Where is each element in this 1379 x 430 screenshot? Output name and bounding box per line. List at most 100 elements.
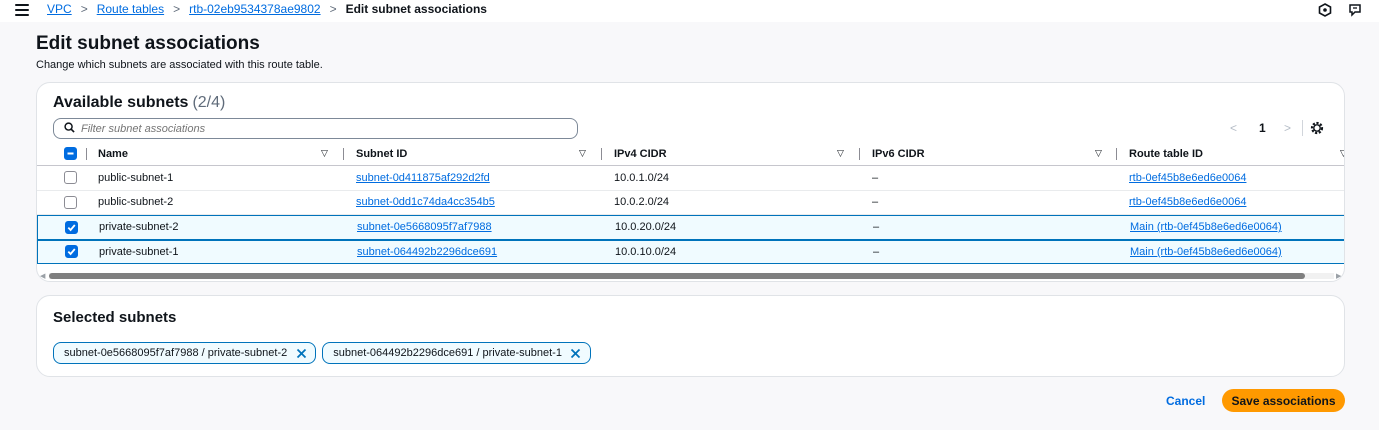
column-divider[interactable]: [1116, 148, 1117, 160]
caret-down-icon[interactable]: ▽: [1095, 142, 1102, 165]
column-divider[interactable]: [601, 148, 602, 160]
cell-ipv4-cidr: 10.0.20.0/24: [615, 221, 677, 234]
row-checkbox[interactable]: [64, 195, 77, 209]
cell-ipv6-cidr: –: [872, 171, 879, 184]
breadcrumb-separator: >: [173, 2, 181, 16]
subnet-id-link[interactable]: subnet-0e5668095f7af7988: [357, 221, 492, 233]
cell-ipv4-cidr: 10.0.1.0/24: [614, 171, 670, 184]
available-subnets-count: (2/4): [192, 94, 226, 111]
row-checkbox[interactable]: [65, 220, 78, 234]
token-label: subnet-0e5668095f7af7988 / private-subne…: [64, 347, 288, 359]
row-checkbox-cell: [65, 216, 78, 239]
cell-route-table-id: Main (rtb-0ef45b8e6ed6e0064): [1130, 241, 1282, 264]
filter-input[interactable]: [81, 122, 561, 135]
table-header-row: Name ▽ Subnet ID ▽ IPv4 CIDR ▽ IPv6 CIDR…: [37, 142, 1344, 166]
available-subnets-panel: Available subnets(2/4) < 1 > Name ▽ Subn…: [36, 82, 1345, 282]
column-divider[interactable]: [343, 148, 344, 160]
table-row[interactable]: public-subnet-1 subnet-0d411875af292d2fd…: [37, 166, 1344, 191]
pager-previous-button[interactable]: <: [1230, 121, 1237, 135]
select-all-checkbox[interactable]: [64, 147, 77, 160]
caret-down-icon[interactable]: ▽: [1340, 142, 1344, 165]
scrollbar-thumb[interactable]: [49, 273, 1305, 279]
column-header-subnet-id[interactable]: Subnet ID: [356, 142, 407, 165]
cell-ipv6-cidr: –: [873, 245, 880, 258]
cell-ipv6-cidr: –: [873, 221, 880, 234]
cell-subnet-id: subnet-0d411875af292d2fd: [356, 166, 490, 190]
subnet-id-link[interactable]: subnet-0dd1c74da4cc354b5: [356, 196, 495, 208]
route-table-link[interactable]: rtb-0ef45b8e6ed6e0064: [1129, 196, 1246, 208]
cell-subnet-id: subnet-064492b2296dce691: [357, 241, 497, 264]
caret-down-icon[interactable]: ▽: [321, 142, 328, 165]
breadcrumb-separator: >: [80, 2, 88, 16]
row-checkbox[interactable]: [65, 245, 78, 259]
breadcrumb-separator: >: [329, 2, 337, 16]
cell-route-table-id: rtb-0ef45b8e6ed6e0064: [1129, 166, 1246, 190]
pager-divider: [1302, 120, 1303, 136]
selected-subnets-panel: Selected subnets subnet-0e5668095f7af798…: [36, 295, 1345, 377]
column-header-ipv6-cidr[interactable]: IPv6 CIDR: [872, 142, 925, 165]
breadcrumb-link-vpc[interactable]: VPC: [47, 2, 72, 16]
hamburger-icon[interactable]: [15, 4, 29, 16]
cell-ipv4-cidr: 10.0.10.0/24: [615, 245, 677, 258]
page-title: Edit subnet associations: [36, 33, 260, 54]
breadcrumb-link-route-tables[interactable]: Route tables: [97, 2, 164, 16]
breadcrumb-current: Edit subnet associations: [345, 2, 487, 16]
caret-down-icon[interactable]: ▽: [579, 142, 586, 165]
available-subnets-title: Available subnets: [53, 94, 189, 111]
row-checkbox[interactable]: [64, 171, 77, 185]
close-icon[interactable]: [295, 347, 307, 359]
route-table-link[interactable]: Main (rtb-0ef45b8e6ed6e0064): [1130, 221, 1282, 233]
gear-icon[interactable]: [1309, 120, 1325, 136]
selected-subnets-title: Selected subnets: [53, 309, 177, 326]
selected-token: subnet-064492b2296dce691 / private-subne…: [322, 342, 591, 364]
top-navigation-bar: VPC > Route tables > rtb-02eb9534378ae98…: [0, 0, 1379, 22]
cell-name: public-subnet-1: [98, 171, 174, 184]
subnets-table: Name ▽ Subnet ID ▽ IPv4 CIDR ▽ IPv6 CIDR…: [37, 142, 1344, 264]
cell-name: public-subnet-2: [98, 196, 174, 209]
column-divider[interactable]: [859, 148, 860, 160]
row-checkbox-cell: [65, 241, 78, 264]
selected-token: subnet-0e5668095f7af7988 / private-subne…: [53, 342, 317, 364]
breadcrumb-link-route-table-id[interactable]: rtb-02eb9534378ae9802: [189, 2, 320, 16]
column-header-name[interactable]: Name: [98, 142, 128, 165]
horizontal-scrollbar[interactable]: ◀ ▶: [39, 271, 1344, 281]
row-checkbox-cell: [64, 191, 77, 215]
cell-name: private-subnet-1: [99, 245, 179, 258]
info-hexagon-icon[interactable]: [1317, 2, 1333, 18]
page-description: Change which subnets are associated with…: [36, 59, 323, 71]
scroll-left-arrow-icon[interactable]: ◀: [40, 272, 45, 280]
save-associations-button[interactable]: Save associations: [1222, 389, 1345, 412]
cell-ipv6-cidr: –: [872, 196, 879, 209]
route-table-link[interactable]: rtb-0ef45b8e6ed6e0064: [1129, 172, 1246, 184]
route-table-link[interactable]: Main (rtb-0ef45b8e6ed6e0064): [1130, 246, 1282, 258]
subnet-id-link[interactable]: subnet-064492b2296dce691: [357, 246, 497, 258]
row-checkbox-cell: [64, 166, 77, 190]
pager-current-page[interactable]: 1: [1259, 121, 1266, 135]
search-icon: [64, 120, 75, 138]
column-divider: [86, 148, 87, 160]
feedback-icon[interactable]: [1347, 2, 1363, 18]
selected-tokens: subnet-0e5668095f7af7988 / private-subne…: [53, 342, 591, 364]
cell-name: private-subnet-2: [99, 221, 179, 234]
breadcrumb: VPC > Route tables > rtb-02eb9534378ae98…: [47, 2, 487, 16]
close-icon[interactable]: [570, 347, 582, 359]
table-row[interactable]: private-subnet-1 subnet-064492b2296dce69…: [37, 239, 1344, 264]
subnet-id-link[interactable]: subnet-0d411875af292d2fd: [356, 172, 490, 184]
table-row[interactable]: private-subnet-2 subnet-0e5668095f7af798…: [37, 215, 1344, 240]
cell-subnet-id: subnet-0dd1c74da4cc354b5: [356, 191, 495, 215]
token-label: subnet-064492b2296dce691 / private-subne…: [333, 347, 562, 359]
column-header-route-table-id[interactable]: Route table ID: [1129, 142, 1203, 165]
scroll-right-arrow-icon[interactable]: ▶: [1336, 272, 1341, 280]
select-all-cell: [64, 142, 77, 165]
filter-box[interactable]: [53, 118, 578, 139]
cell-ipv4-cidr: 10.0.2.0/24: [614, 196, 670, 209]
cell-subnet-id: subnet-0e5668095f7af7988: [357, 216, 492, 239]
cancel-button[interactable]: Cancel: [1156, 390, 1215, 412]
cell-route-table-id: Main (rtb-0ef45b8e6ed6e0064): [1130, 216, 1282, 239]
available-subnets-heading: Available subnets (2/4): [53, 94, 225, 112]
table-row[interactable]: public-subnet-2 subnet-0dd1c74da4cc354b5…: [37, 191, 1344, 215]
pager-next-button[interactable]: >: [1284, 121, 1291, 135]
cell-route-table-id: rtb-0ef45b8e6ed6e0064: [1129, 191, 1246, 215]
caret-down-icon[interactable]: ▽: [837, 142, 844, 165]
column-header-ipv4-cidr[interactable]: IPv4 CIDR: [614, 142, 667, 165]
